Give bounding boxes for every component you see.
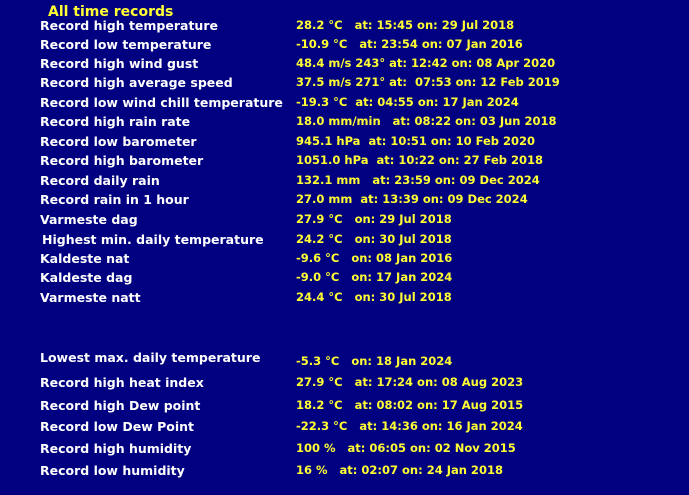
record-value: 24.2 °C on: 30 Jul 2018 [296,232,452,246]
record-value: 945.1 hPa at: 10:51 on: 10 Feb 2020 [296,134,536,148]
record-row-low-barometer: Record low barometer 945.1 hPa at: 10:51… [0,134,689,152]
record-row-high-rain-rate: Record high rain rate 18.0 mm/min at: 08… [0,114,689,132]
record-row-lowest-max-daily: Lowest max. daily temperature -5.3 °C on… [0,350,689,368]
record-label: Record high temperature [40,18,218,33]
record-value: -19.3 °C at: 04:55 on: 17 Jan 2024 [296,95,519,109]
record-value: 18.0 mm/min at: 08:22 on: 03 Jun 2018 [296,114,557,128]
records-page: { "title": "All time records", "colors":… [0,0,689,495]
record-row-kaldeste-dag: Kaldeste dag -9.0 °C on: 17 Jan 2024 [0,270,689,288]
record-label: Record daily rain [40,173,160,188]
record-value: 100 % at: 06:05 on: 02 Nov 2015 [296,441,516,455]
record-row-high-dew-point: Record high Dew point 18.2 °C at: 08:02 … [0,398,689,416]
record-row-low-temperature: Record low temperature -10.9 °C at: 23:5… [0,37,689,55]
record-label: Kaldeste nat [40,251,130,266]
record-label: Record low Dew Point [40,419,194,434]
record-label: Record low wind chill temperature [40,95,283,110]
record-row-high-barometer: Record high barometer 1051.0 hPa at: 10:… [0,153,689,171]
record-row-kaldeste-nat: Kaldeste nat -9.6 °C on: 08 Jan 2016 [0,251,689,269]
record-value: 27.9 °C on: 29 Jul 2018 [296,212,452,226]
record-row-low-wind-chill: Record low wind chill temperature -19.3 … [0,95,689,113]
record-row-high-heat-index: Record high heat index 27.9 °C at: 17:24… [0,375,689,393]
record-value: -9.0 °C on: 17 Jan 2024 [296,270,453,284]
record-value: 24.4 °C on: 30 Jul 2018 [296,290,452,304]
record-label: Record rain in 1 hour [40,192,189,207]
record-value: -9.6 °C on: 08 Jan 2016 [296,251,453,265]
record-label: Record high average speed [40,75,233,90]
record-value: 27.9 °C at: 17:24 on: 08 Aug 2023 [296,375,524,389]
record-value: 16 % at: 02:07 on: 24 Jan 2018 [296,463,503,477]
record-value: 37.5 m/s 271° at: 07:53 on: 12 Feb 2019 [296,75,560,89]
record-value: 28.2 °C at: 15:45 on: 29 Jul 2018 [296,18,515,32]
record-row-varmeste-natt: Varmeste natt 24.4 °C on: 30 Jul 2018 [0,290,689,308]
record-label: Lowest max. daily temperature [40,350,261,365]
record-label: Record low temperature [40,37,212,52]
record-row-rain-1-hour: Record rain in 1 hour 27.0 mm at: 13:39 … [0,192,689,210]
record-label: Record high wind gust [40,56,199,71]
record-value: 48.4 m/s 243° at: 12:42 on: 08 Apr 2020 [296,56,556,70]
record-value: 18.2 °C at: 08:02 on: 17 Aug 2015 [296,398,524,412]
record-row-high-humidity: Record high humidity 100 % at: 06:05 on:… [0,441,689,459]
record-label: Record high rain rate [40,114,191,129]
record-row-varmeste-dag: Varmeste dag 27.9 °C on: 29 Jul 2018 [0,212,689,230]
record-row-highest-min-daily: Highest min. daily temperature 24.2 °C o… [0,232,689,250]
record-label: Record high humidity [40,441,192,456]
record-label: Record low barometer [40,134,197,149]
record-value: 1051.0 hPa at: 10:22 on: 27 Feb 2018 [296,153,544,167]
record-row-low-humidity: Record low humidity 16 % at: 02:07 on: 2… [0,463,689,481]
record-label: Record high Dew point [40,398,201,413]
record-row-high-temperature: Record high temperature 28.2 °C at: 15:4… [0,18,689,36]
record-value: 27.0 mm at: 13:39 on: 09 Dec 2024 [296,192,528,206]
record-row-daily-rain: Record daily rain 132.1 mm at: 23:59 on:… [0,173,689,191]
record-label: Highest min. daily temperature [42,232,264,247]
record-row-high-average-speed: Record high average speed 37.5 m/s 271° … [0,75,689,93]
record-label: Record high barometer [40,153,204,168]
record-label: Record high heat index [40,375,204,390]
record-value: -10.9 °C at: 23:54 on: 07 Jan 2016 [296,37,523,51]
record-value: -22.3 °C at: 14:36 on: 16 Jan 2024 [296,419,523,433]
record-label: Varmeste dag [40,212,138,227]
record-row-high-wind-gust: Record high wind gust 48.4 m/s 243° at: … [0,56,689,74]
record-label: Kaldeste dag [40,270,133,285]
record-value: -5.3 °C on: 18 Jan 2024 [296,354,453,368]
record-row-low-dew-point: Record low Dew Point -22.3 °C at: 14:36 … [0,419,689,437]
record-label: Varmeste natt [40,290,141,305]
record-label: Record low humidity [40,463,185,478]
record-value: 132.1 mm at: 23:59 on: 09 Dec 2024 [296,173,540,187]
